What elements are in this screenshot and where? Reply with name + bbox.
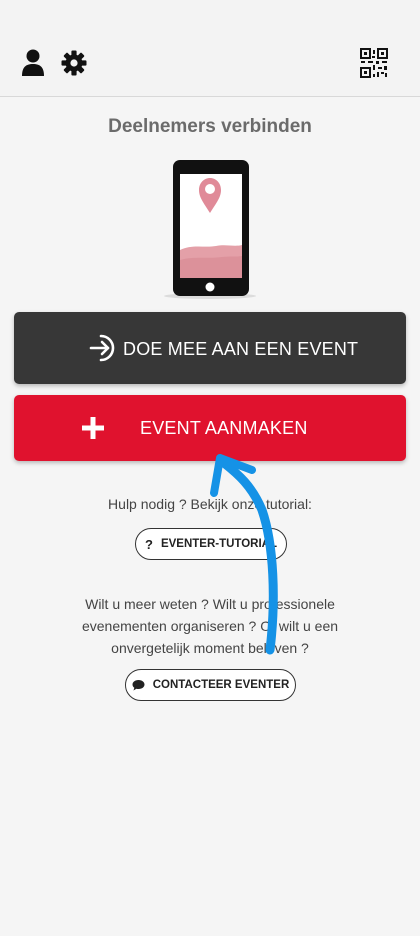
enter-icon	[89, 334, 115, 362]
plus-icon	[82, 417, 104, 439]
contact-label: CONTACTEER EVENTER	[152, 679, 290, 691]
person-icon[interactable]	[21, 49, 45, 77]
page-title: Deelnemers verbinden	[108, 116, 312, 137]
question-icon: ?	[144, 536, 153, 552]
create-event-button[interactable]: EVENT AANMAKEN	[14, 395, 406, 461]
join-event-label: DOE MEE AAN EEN EVENT	[123, 339, 359, 359]
contact-button[interactable]: CONTACTEER EVENTER	[125, 669, 296, 701]
join-event-button[interactable]: DOE MEE AAN EEN EVENT	[14, 312, 406, 384]
tutorial-button[interactable]: ? EVENTER-TUTORIAL	[135, 528, 287, 560]
top-bar	[0, 0, 420, 97]
info-text: Wilt u meer weten ? Wilt u professionele…	[81, 596, 339, 656]
chat-bubble-icon	[132, 680, 145, 691]
qr-code-icon[interactable]	[359, 47, 389, 79]
phone-illustration	[164, 160, 256, 299]
gear-icon[interactable]	[61, 50, 87, 76]
tutorial-label: EVENTER-TUTORIAL	[160, 538, 278, 550]
annotation-arrow	[210, 454, 278, 655]
help-text: Hulp nodig ? Bekijk onze tutorial:	[108, 496, 312, 512]
create-event-label: EVENT AANMAKEN	[140, 418, 308, 438]
